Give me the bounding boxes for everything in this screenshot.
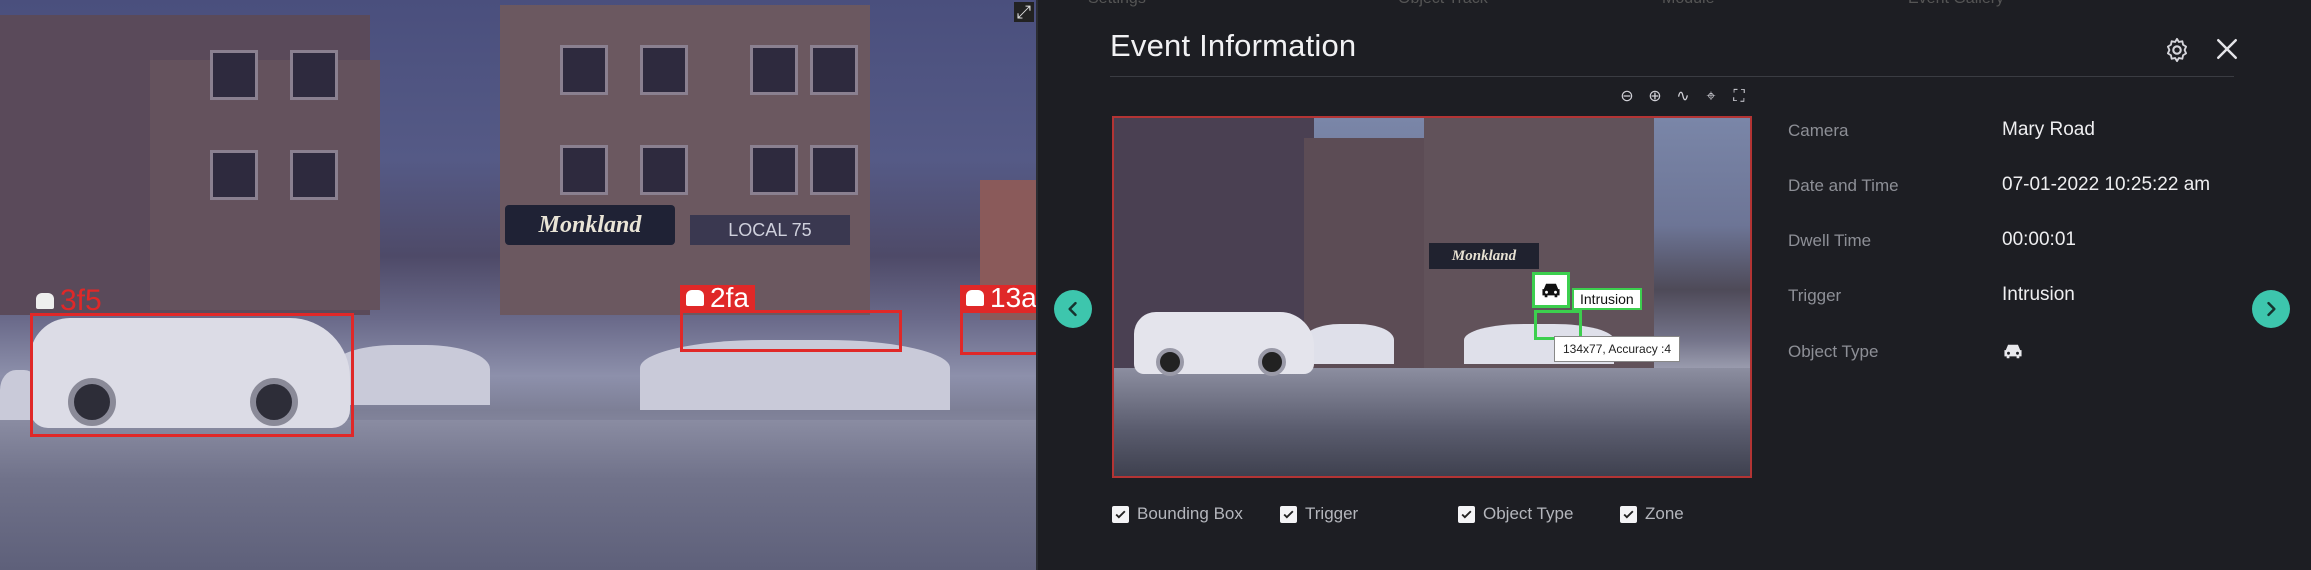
close-icon[interactable]: [2212, 34, 2242, 64]
tab-label: Settings: [1088, 0, 1146, 8]
window: [560, 45, 608, 95]
detail-label: Date and Time: [1788, 176, 1899, 195]
checkbox[interactable]: [1112, 505, 1129, 523]
trigger-label: Intrusion: [1572, 288, 1642, 310]
fullscreen-icon[interactable]: ⛶: [1730, 88, 1748, 106]
event-panel: Settings Object Track Module Event Galle…: [1036, 0, 2311, 570]
window: [290, 50, 338, 100]
tab-label: Event Gallery: [1908, 0, 2004, 8]
detail-row-date-time: Date and Time 07-01-2022 10:25:22 am: [1788, 172, 2248, 202]
zoom-out-icon[interactable]: ⊖: [1618, 88, 1636, 106]
detail-value: Mary Road: [2002, 119, 2095, 140]
gear-icon[interactable]: [2163, 36, 2191, 64]
preview-toolbar: ⊖ ⊕ ∿ ⌖ ⛶: [1618, 88, 1748, 106]
checkbox-label: Object Type: [1483, 504, 1574, 523]
detection-label: 13a: [960, 284, 1036, 312]
window: [810, 145, 858, 195]
window: [810, 45, 858, 95]
car-icon: [1542, 283, 1560, 298]
detection-box: [30, 313, 354, 437]
detection-box: [960, 310, 1036, 355]
store-sign-text: Monkland: [1451, 248, 1517, 264]
detection-label: 3f5: [30, 286, 108, 316]
window: [560, 145, 608, 195]
window: [210, 150, 258, 200]
window: [750, 145, 798, 195]
snow-bank: [330, 345, 490, 405]
crosshair-icon[interactable]: ⌖: [1702, 88, 1720, 106]
checkbox-label: Bounding Box: [1137, 504, 1243, 523]
check-icon: [1623, 510, 1634, 519]
checkbox[interactable]: [1620, 505, 1637, 523]
building: [150, 60, 380, 310]
detail-row-dwell-time: Dwell Time 00:00:01: [1788, 227, 2248, 257]
car: [1134, 312, 1314, 376]
detail-value: Intrusion: [2002, 284, 2075, 305]
detail-row-trigger: Trigger Intrusion: [1788, 282, 2248, 312]
detection-label: 2fa: [680, 284, 755, 312]
detail-row-camera: Camera Mary Road: [1788, 117, 2248, 147]
camera-feed: Monkland LOCAL 75 3f5 2fa 13a ⤢: [0, 0, 1036, 570]
window: [290, 150, 338, 200]
checkbox-zone[interactable]: Zone: [1620, 504, 1684, 524]
street: [0, 420, 1036, 570]
divider: [1110, 76, 2234, 77]
detail-value: 07-01-2022 10:25:22 am: [2002, 174, 2211, 195]
background-tabs: Settings Object Track Module Event Galle…: [1038, 0, 2311, 8]
street: [1114, 368, 1750, 476]
store-sign-text: Monkland: [538, 212, 642, 238]
detail-label: Object Type: [1788, 342, 1879, 361]
page-title: Event Information: [1110, 28, 1357, 63]
car-icon: [2004, 344, 2022, 359]
checkbox-label: Trigger: [1305, 504, 1359, 523]
window: [210, 50, 258, 100]
tab-label: Object Track: [1398, 0, 1488, 8]
store-sign: Monkland: [505, 205, 675, 245]
car-icon: [686, 290, 704, 306]
checkbox-object-type[interactable]: Object Type: [1458, 504, 1573, 524]
window: [640, 45, 688, 95]
check-icon: [1461, 510, 1472, 519]
window: [750, 45, 798, 95]
check-icon: [1283, 510, 1294, 519]
checkbox[interactable]: [1280, 505, 1297, 523]
next-event-button[interactable]: [2252, 290, 2290, 328]
car-icon: [966, 290, 984, 306]
detection-tooltip: 134x77, Accuracy :4: [1554, 336, 1681, 362]
checkbox-label: Zone: [1645, 504, 1684, 523]
store-sign: LOCAL 75: [690, 215, 850, 245]
previous-event-button[interactable]: [1054, 290, 1092, 328]
track-path-icon[interactable]: ∿: [1674, 88, 1692, 106]
zoom-in-icon[interactable]: ⊕: [1646, 88, 1664, 106]
snow-bank: [1304, 324, 1394, 364]
checkbox-bounding-box[interactable]: Bounding Box: [1112, 504, 1243, 524]
store-sign: Monkland: [1429, 243, 1539, 269]
checkbox[interactable]: [1458, 505, 1475, 523]
detail-value: [2002, 342, 2024, 366]
detail-label: Camera: [1788, 121, 1849, 140]
wheel: [1258, 348, 1286, 376]
detection-box: [680, 310, 902, 352]
detail-row-object-type: Object Type: [1788, 338, 2248, 368]
chevron-left-icon: [1068, 301, 1077, 317]
detail-value: 00:00:01: [2002, 229, 2076, 250]
chevron-right-icon: [2267, 301, 2276, 317]
event-snapshot: Monkland Intrusion 134x77, Accuracy :4: [1112, 116, 1752, 478]
window: [640, 145, 688, 195]
overlay-options: Bounding Box Trigger Object Type Zone: [1112, 504, 1812, 534]
checkbox-trigger[interactable]: Trigger: [1280, 504, 1358, 524]
wheel: [1156, 348, 1184, 376]
object-type-badge: [1532, 272, 1570, 308]
car-icon: [36, 293, 54, 309]
expand-icon[interactable]: ⤢: [1014, 2, 1034, 22]
store-sign-text: LOCAL 75: [728, 220, 812, 240]
detail-label: Trigger: [1788, 286, 1842, 305]
tab-label: Module: [1662, 0, 1714, 8]
detail-label: Dwell Time: [1788, 231, 1872, 250]
check-icon: [1115, 510, 1126, 519]
